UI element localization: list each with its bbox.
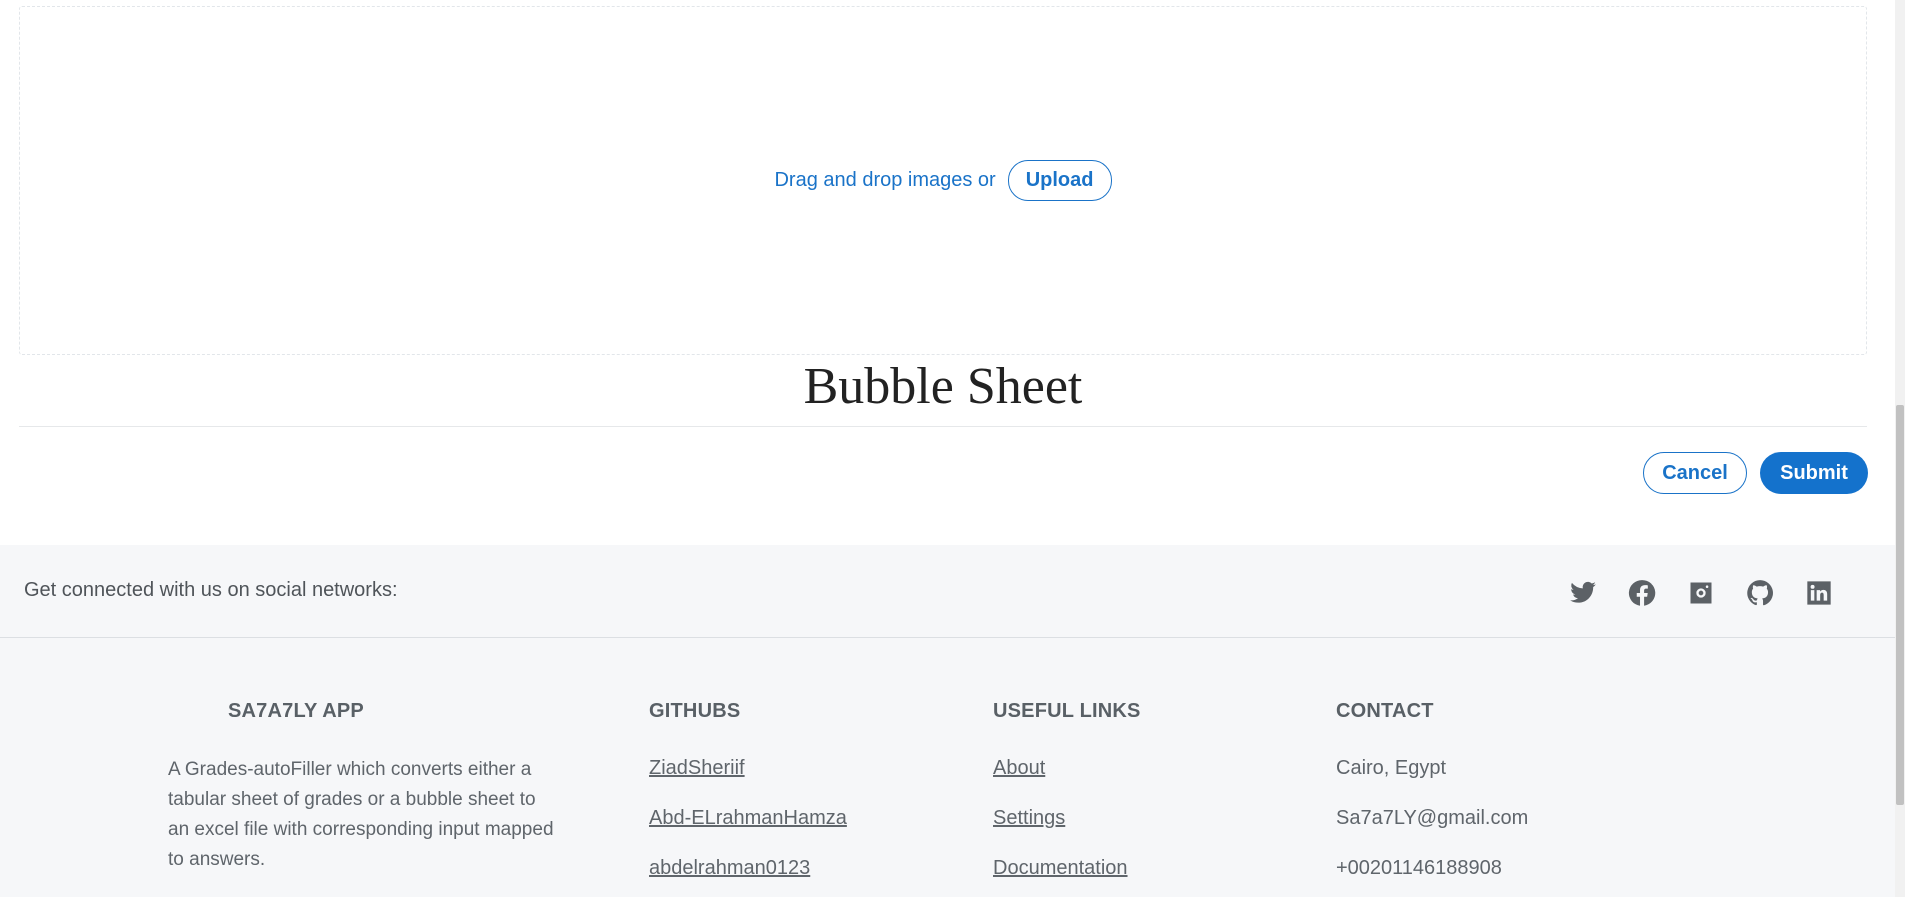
contact-address: Cairo, Egypt <box>1336 757 1447 779</box>
title-divider <box>19 426 1867 427</box>
page: Drag and drop images or Upload Bubble Sh… <box>0 0 1905 897</box>
dropzone-content: Drag and drop images or Upload <box>774 160 1112 201</box>
github-link-abdelrahman0123[interactable]: abdelrahman0123 <box>649 855 847 881</box>
dropzone-text: Drag and drop images or <box>774 169 996 191</box>
githubs-heading: GITHUBS <box>649 700 741 722</box>
footer-useful-links-column: USEFUL LINKS About Settings Documentatio… <box>993 700 1141 897</box>
instagram-icon[interactable] <box>1686 578 1716 608</box>
contact-phone: +00201146188908 <box>1336 857 1502 879</box>
social-bar: Get connected with us on social networks… <box>0 545 1895 638</box>
upload-button[interactable]: Upload <box>1007 160 1112 201</box>
footer-contact-column: CONTACT Cairo, Egypt Sa7a7LY@gmail.com +… <box>1336 700 1528 897</box>
scrollbar-thumb[interactable] <box>1896 405 1904 805</box>
about-link[interactable]: About <box>993 755 1141 781</box>
facebook-icon[interactable] <box>1627 578 1657 608</box>
app-heading: SA7A7LY APP <box>228 700 364 722</box>
social-icons <box>1568 578 1834 608</box>
twitter-icon[interactable] <box>1568 578 1598 608</box>
github-link-abd-elrahmanhamza[interactable]: Abd-ELrahmanHamza <box>649 805 847 831</box>
contact-heading: CONTACT <box>1336 700 1434 722</box>
documentation-link[interactable]: Documentation <box>993 855 1141 881</box>
contact-email: Sa7a7LY@gmail.com <box>1336 807 1529 829</box>
settings-link[interactable]: Settings <box>993 805 1141 831</box>
footer-app-column: SA7A7LY APP A Grades-autoFiller which co… <box>168 700 558 875</box>
github-link-ziadsheriif[interactable]: ZiadSheriif <box>649 755 847 781</box>
social-text: Get connected with us on social networks… <box>24 579 398 601</box>
footer-githubs-column: GITHUBS ZiadSheriif Abd-ELrahmanHamza ab… <box>649 700 847 897</box>
useful-links-heading: USEFUL LINKS <box>993 700 1141 722</box>
image-dropzone[interactable]: Drag and drop images or Upload <box>19 6 1867 355</box>
linkedin-icon[interactable] <box>1804 578 1834 608</box>
app-description: A Grades-autoFiller which converts eithe… <box>168 759 554 870</box>
footer: Get connected with us on social networks… <box>0 545 1895 897</box>
page-title: Bubble Sheet <box>803 358 1083 415</box>
submit-button[interactable]: Submit <box>1760 452 1868 494</box>
page-scrollbar[interactable] <box>1895 0 1905 897</box>
cancel-button[interactable]: Cancel <box>1643 452 1747 494</box>
github-icon[interactable] <box>1745 578 1775 608</box>
